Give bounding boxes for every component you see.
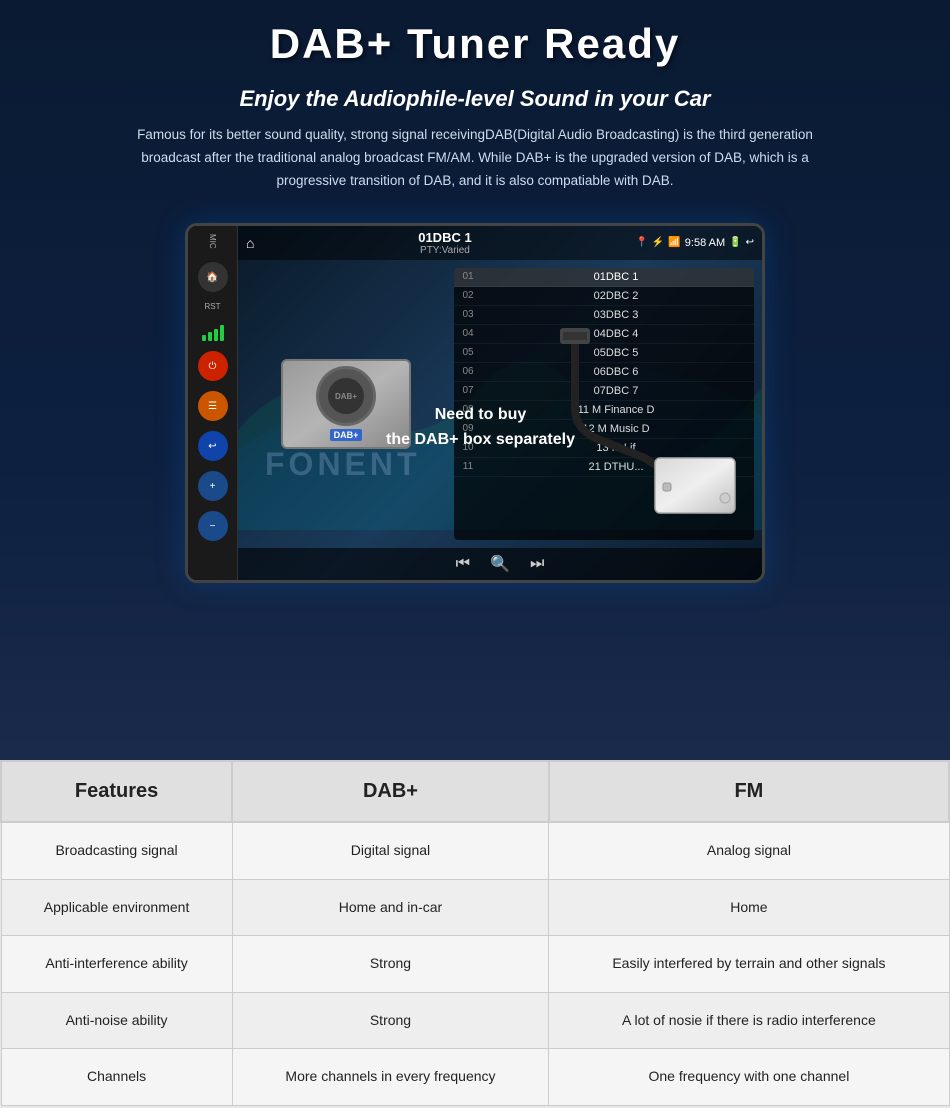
row3-fm: Easily interfered by terrain and other s… [549, 936, 949, 993]
row1-dab: Digital signal [232, 822, 549, 879]
channel-item-1[interactable]: 01 01DBC 1 [454, 268, 754, 287]
row3-feature: Anti-interference ability [1, 936, 232, 993]
bar2 [208, 332, 212, 341]
speaker-inner: DAB+ [326, 376, 366, 416]
main-title: DAB+ Tuner Ready [40, 20, 910, 68]
dab-speaker-label: DAB+ [335, 392, 357, 401]
prev-button[interactable]: ⏮ [456, 555, 470, 573]
table-row-4: Anti-noise ability Strong A lot of nosie… [1, 992, 949, 1049]
next-button[interactable]: ⏭ [530, 555, 544, 573]
home-button[interactable]: 🏠 [198, 262, 228, 292]
comparison-table: Features DAB+ FM Broadcasting signal Dig… [0, 760, 950, 1106]
top-bar: ⌂ 01DBC 1 PTY:Varied 📍 ⚡ 📶 9:58 AM 🔋 [238, 226, 762, 260]
screen-wrapper: MIC 🏠 RST ⏻ ☰ ↩ + − [185, 223, 765, 583]
row2-fm: Home [549, 879, 949, 936]
bar1 [202, 335, 206, 341]
screen-container: MIC 🏠 RST ⏻ ☰ ↩ + − [40, 223, 910, 583]
row4-dab: Strong [232, 992, 549, 1049]
signal-bars [202, 325, 224, 341]
ch-name-2: 02DBC 2 [484, 290, 748, 302]
mic-label: MIC [208, 234, 217, 249]
row5-feature: Channels [1, 1049, 232, 1106]
ch-num-4: 04 [460, 328, 476, 339]
left-controls: MIC 🏠 RST ⏻ ☰ ↩ + − [188, 226, 238, 580]
subtitle: Enjoy the Audiophile-level Sound in your… [40, 86, 910, 112]
table-row-3: Anti-interference ability Strong Easily … [1, 936, 949, 993]
vol-up-button[interactable]: + [198, 471, 228, 501]
control-bar: ⏮ 🔍 ⏭ [238, 548, 762, 580]
power-button[interactable]: ⏻ [198, 351, 228, 381]
table-row-5: Channels More channels in every frequenc… [1, 1049, 949, 1106]
back-nav-icon[interactable]: ↩ [746, 237, 754, 248]
row4-fm: A lot of nosie if there is radio interfe… [549, 992, 949, 1049]
col-header-dab: DAB+ [232, 761, 549, 822]
col-header-features: Features [1, 761, 232, 822]
top-section: DAB+ Tuner Ready Enjoy the Audiophile-le… [0, 0, 950, 760]
ch-num-3: 03 [460, 309, 476, 320]
channel-item-2[interactable]: 02 02DBC 2 [454, 287, 754, 306]
rst-label: RST [205, 302, 221, 311]
station-name: 01DBC 1 [262, 230, 627, 245]
bar3 [214, 329, 218, 341]
row5-fm: One frequency with one channel [549, 1049, 949, 1106]
time-display: 9:58 AM [685, 237, 725, 249]
row2-dab: Home and in-car [232, 879, 549, 936]
bluetooth-icon: ⚡ [652, 237, 664, 248]
cable-svg [545, 328, 745, 528]
ch-name-3: 03DBC 3 [484, 309, 748, 321]
back-button[interactable]: ↩ [198, 431, 228, 461]
house-icon: ⌂ [246, 235, 254, 251]
ch-num-6: 06 [460, 366, 476, 377]
ch-num-5: 05 [460, 347, 476, 358]
comparison-section: Features DAB+ FM Broadcasting signal Dig… [0, 760, 950, 1106]
pty-info: PTY:Varied [262, 245, 627, 256]
table-row-1: Broadcasting signal Digital signal Analo… [1, 822, 949, 879]
wifi-icon: 📶 [668, 237, 680, 248]
channel-item-3[interactable]: 03 03DBC 3 [454, 306, 754, 325]
status-icons: 📍 ⚡ 📶 9:58 AM 🔋 ↩ [635, 237, 754, 249]
row4-feature: Anti-noise ability [1, 992, 232, 1049]
table-row-2: Applicable environment Home and in-car H… [1, 879, 949, 936]
row2-feature: Applicable environment [1, 879, 232, 936]
ch-num-11: 11 [460, 461, 476, 472]
ch-name-1: 01DBC 1 [484, 271, 748, 283]
menu-button[interactable]: ☰ [198, 391, 228, 421]
dab-label: DAB+ [330, 429, 363, 441]
station-info: 01DBC 1 PTY:Varied [262, 230, 627, 256]
location-icon: 📍 [635, 237, 647, 248]
ch-num-2: 02 [460, 290, 476, 301]
bar4 [220, 325, 224, 341]
ch-num-7: 07 [460, 385, 476, 396]
ch-num-1: 01 [460, 271, 476, 282]
vol-down-button[interactable]: − [198, 511, 228, 541]
dab-box-image [545, 328, 745, 533]
battery-icon: 🔋 [729, 237, 741, 248]
row1-feature: Broadcasting signal [1, 822, 232, 879]
radio-speaker: DAB+ [316, 366, 376, 426]
row5-dab: More channels in every frequency [232, 1049, 549, 1106]
col-header-fm: FM [549, 761, 949, 822]
search-button[interactable]: 🔍 [490, 554, 510, 574]
row3-dab: Strong [232, 936, 549, 993]
row1-fm: Analog signal [549, 822, 949, 879]
description: Famous for its better sound quality, str… [135, 124, 815, 193]
